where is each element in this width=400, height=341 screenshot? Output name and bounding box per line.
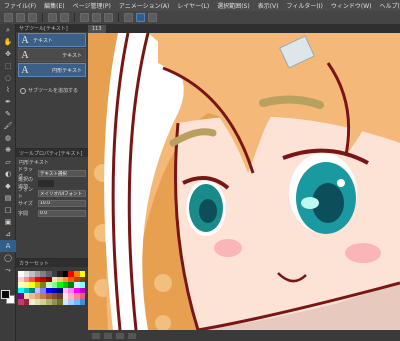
undo-icon[interactable] xyxy=(48,13,57,22)
snap-ruler-icon[interactable] xyxy=(124,13,133,22)
menu-selection[interactable]: 選択範囲(S) xyxy=(213,1,254,10)
main-sub-color[interactable] xyxy=(1,290,15,304)
subtool-label: 円形テキスト xyxy=(52,67,82,74)
pencil-tool-icon[interactable]: ✎ xyxy=(0,108,16,120)
menu-help[interactable]: ヘルプ(H) xyxy=(375,1,400,10)
correct-line-tool-icon[interactable]: ⤳ xyxy=(0,264,16,276)
hand-tool-icon[interactable]: ✋ xyxy=(0,36,16,48)
figure-tool-icon[interactable]: □ xyxy=(0,204,16,216)
menu-file[interactable]: ファイル(F) xyxy=(0,1,40,10)
toolbar xyxy=(0,11,400,24)
save-icon[interactable] xyxy=(28,13,37,22)
menu-window[interactable]: ウィンドウ(W) xyxy=(327,1,376,10)
menu-filter[interactable]: フィルター(I) xyxy=(283,1,327,10)
subtool-text[interactable]: A テキスト xyxy=(18,33,86,47)
zoom-in-icon[interactable] xyxy=(104,332,112,339)
fill-icon[interactable] xyxy=(104,13,113,22)
canvas-tab-bar: 113 xyxy=(88,24,400,33)
prop-key: フォント xyxy=(18,187,34,200)
snap-grid-icon[interactable] xyxy=(148,13,157,22)
subtool-panel: サブツール[テキスト] A テキスト A テキスト A 円形テキスト サブツール… xyxy=(16,24,88,148)
zoom-out-icon[interactable] xyxy=(92,332,100,339)
subtool-circular-text[interactable]: A 円形テキスト xyxy=(18,63,86,77)
drag-select[interactable]: テキスト選択 xyxy=(38,169,86,177)
fit-icon[interactable] xyxy=(116,332,124,339)
menu-animation[interactable]: アニメーション(A) xyxy=(115,1,174,10)
add-circle-icon xyxy=(20,87,26,94)
menu-bar: ファイル(F) 編集(E) ページ管理(P) アニメーション(A) レイヤー(L… xyxy=(0,0,400,11)
color-swatch[interactable] xyxy=(79,298,86,305)
airbrush-tool-icon[interactable]: ◍ xyxy=(0,132,16,144)
prop-row-size: サイズ 10.0 xyxy=(16,198,88,208)
text-glyph-icon: A xyxy=(21,34,29,46)
redo-icon[interactable] xyxy=(60,13,69,22)
menu-layer[interactable]: レイヤー(L) xyxy=(173,1,213,10)
prop-key: 字間 xyxy=(18,210,29,217)
canvas-tab[interactable]: 113 xyxy=(88,25,106,33)
decoration-tool-icon[interactable]: ❋ xyxy=(0,144,16,156)
new-icon[interactable] xyxy=(4,13,13,22)
eraser-tool-icon[interactable]: ▱ xyxy=(0,156,16,168)
menu-edit[interactable]: 編集(E) xyxy=(40,1,68,10)
brush-tool-icon[interactable]: 🖌 xyxy=(0,120,16,132)
color-swatches xyxy=(18,271,86,305)
frame-tool-icon[interactable]: ▣ xyxy=(0,216,16,228)
prop-key: サイズ xyxy=(18,200,33,207)
toolbar-divider xyxy=(118,13,119,22)
open-icon[interactable] xyxy=(16,13,25,22)
tool-property-header: ツールプロパティ[テキスト] xyxy=(16,149,88,157)
gradient-tool-icon[interactable]: ▤ xyxy=(0,192,16,204)
text-tool-icon[interactable]: A xyxy=(0,240,16,252)
add-subtool-label: サブツールを追加する xyxy=(28,88,79,94)
pen-tool-icon[interactable]: ✒ xyxy=(0,96,16,108)
tool-property-panel: ツールプロパティ[テキスト] 円形テキスト ドラッグ テキスト選択 選択の追加 … xyxy=(16,148,88,258)
fill-tool-icon[interactable]: ◆ xyxy=(0,180,16,192)
text-glyph-icon: A xyxy=(21,64,29,76)
menu-view[interactable]: 表示(V) xyxy=(254,1,283,10)
prop-row-font: フォント メイリオ/UIフォント xyxy=(16,187,88,200)
text-glyph-icon: A xyxy=(21,49,29,61)
eyedropper-tool-icon[interactable]: ⌇ xyxy=(0,84,16,96)
color-set-header: カラーセット xyxy=(16,259,88,267)
size-input[interactable]: 10.0 xyxy=(38,199,86,207)
zoom-tool-icon[interactable]: ⌕ xyxy=(0,24,16,36)
rotate-icon[interactable] xyxy=(128,332,136,339)
ruler-tool-icon[interactable]: ⊿ xyxy=(0,228,16,240)
lasso-tool-icon[interactable]: ◌ xyxy=(0,72,16,84)
font-select[interactable]: メイリオ/UIフォント xyxy=(38,189,86,197)
subtool-text-2[interactable]: A テキスト xyxy=(18,48,86,62)
artwork xyxy=(88,33,400,330)
color-set-panel: カラーセット xyxy=(16,258,88,341)
prop-row-spacing: 字間 0.0 xyxy=(16,208,88,218)
clear-icon[interactable] xyxy=(80,13,89,22)
select-tool-icon[interactable]: ⬚ xyxy=(0,60,16,72)
snap-special-ruler-icon[interactable] xyxy=(136,13,145,22)
move-tool-icon[interactable]: ✥ xyxy=(0,48,16,60)
blend-tool-icon[interactable]: ◐ xyxy=(0,168,16,180)
subtool-panel-header: サブツール[テキスト] xyxy=(16,24,88,32)
main-color-swatch[interactable] xyxy=(1,290,10,299)
canvas-status-bar xyxy=(88,330,400,341)
toolbar-divider xyxy=(74,13,75,22)
selection-toggle[interactable] xyxy=(38,179,54,187)
menu-page[interactable]: ページ管理(P) xyxy=(69,1,115,10)
balloon-tool-icon[interactable]: ◯ xyxy=(0,252,16,264)
spacing-input[interactable]: 0.0 xyxy=(38,209,86,217)
toolbar-divider xyxy=(42,13,43,22)
subtool-label: テキスト xyxy=(62,52,82,59)
canvas[interactable] xyxy=(88,33,400,330)
add-subtool-button[interactable]: サブツールを追加する xyxy=(20,87,84,94)
transform-icon[interactable] xyxy=(92,13,101,22)
subtool-label: テキスト xyxy=(33,37,53,44)
